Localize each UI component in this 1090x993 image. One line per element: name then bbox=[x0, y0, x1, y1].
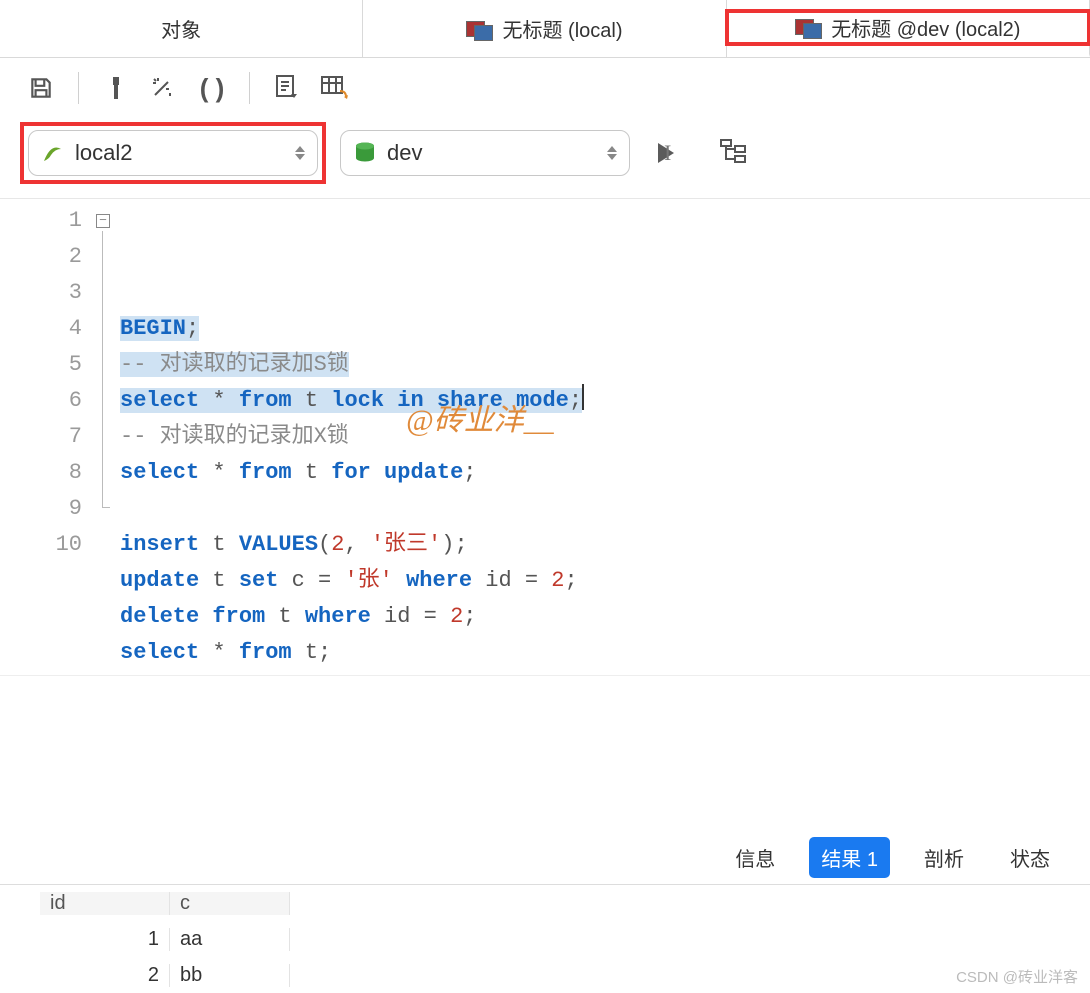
result-tab-result1[interactable]: 结果 1 bbox=[809, 837, 890, 878]
chevron-updown-icon bbox=[295, 146, 305, 160]
code-line[interactable]: -- 对读取的记录加S锁 bbox=[120, 347, 584, 383]
grid-header: id c bbox=[0, 885, 1090, 921]
corner-watermark: CSDN @砖业洋客 bbox=[956, 966, 1078, 987]
hammer-icon bbox=[104, 75, 128, 101]
line-number: 9 bbox=[0, 491, 82, 527]
text-doc-icon bbox=[273, 74, 301, 102]
cell-c[interactable]: aa bbox=[170, 928, 290, 951]
tab-objects[interactable]: 对象 bbox=[0, 0, 363, 57]
connection-highlight-box: local2 bbox=[20, 122, 326, 184]
fold-toggle[interactable]: − bbox=[96, 214, 110, 228]
table-row[interactable]: 2bb bbox=[0, 957, 1090, 993]
line-number: 10 bbox=[0, 527, 82, 563]
explain-icon bbox=[719, 138, 749, 164]
table-row[interactable]: 1aa bbox=[0, 921, 1090, 957]
sql-editor[interactable]: 12345678910 − @砖业洋__ BEGIN;-- 对读取的记录加S锁s… bbox=[0, 198, 1090, 675]
line-number: 6 bbox=[0, 383, 82, 419]
line-number: 8 bbox=[0, 455, 82, 491]
database-value: dev bbox=[387, 140, 422, 166]
code-line[interactable]: select * from t; bbox=[120, 635, 584, 671]
code-line[interactable]: delete from t where id = 2; bbox=[120, 599, 584, 635]
export-result-button[interactable] bbox=[314, 67, 356, 109]
grid-col-c[interactable]: c bbox=[170, 892, 290, 915]
result-grid[interactable]: id c 1aa2bb CSDN @砖业洋客 bbox=[0, 884, 1090, 993]
explain-button[interactable] bbox=[719, 138, 749, 169]
code-line[interactable]: select * from t lock in share mode; bbox=[120, 383, 584, 419]
code-line[interactable] bbox=[120, 491, 584, 527]
tab-label: 无标题 @dev (local2) bbox=[831, 13, 1020, 42]
code-area[interactable]: @砖业洋__ BEGIN;-- 对读取的记录加S锁select * from t… bbox=[116, 199, 584, 675]
query-icon bbox=[466, 19, 494, 39]
grid-col-id[interactable]: id bbox=[40, 892, 170, 915]
connection-value: local2 bbox=[75, 140, 132, 166]
code-line[interactable]: select * from t for update; bbox=[120, 455, 584, 491]
code-line[interactable]: -- 对读取的记录加X锁 bbox=[120, 419, 584, 455]
beautify-button[interactable] bbox=[143, 67, 185, 109]
query-icon bbox=[795, 17, 823, 37]
connection-selector[interactable]: local2 bbox=[28, 130, 318, 176]
result-tab-profile[interactable]: 剖析 bbox=[912, 837, 976, 878]
cursor-icon: I bbox=[664, 140, 671, 166]
editor-tabs: 对象 无标题 (local) 无标题 @dev (local2) bbox=[0, 0, 1090, 58]
cell-id[interactable]: 2 bbox=[40, 964, 170, 987]
save-icon bbox=[28, 75, 54, 101]
grid-export-icon bbox=[320, 75, 350, 101]
database-selector[interactable]: dev bbox=[340, 130, 630, 176]
wand-icon bbox=[150, 75, 178, 101]
result-tab-status[interactable]: 状态 bbox=[998, 837, 1062, 878]
line-number: 5 bbox=[0, 347, 82, 383]
code-line[interactable]: insert t VALUES(2, '张三'); bbox=[120, 527, 584, 563]
brackets-icon: ( ) bbox=[200, 73, 225, 104]
build-button[interactable] bbox=[95, 67, 137, 109]
result-tab-info[interactable]: 信息 bbox=[723, 837, 787, 878]
separator bbox=[78, 72, 79, 104]
editor-whitespace[interactable] bbox=[0, 675, 1090, 831]
tab-label: 无标题 (local) bbox=[502, 14, 622, 43]
run-current-button[interactable]: I bbox=[658, 140, 671, 166]
cell-id[interactable]: 1 bbox=[40, 928, 170, 951]
tab-untitled-dev-local2[interactable]: 无标题 @dev (local2) bbox=[727, 0, 1090, 57]
line-number: 7 bbox=[0, 419, 82, 455]
line-gutter: 12345678910 bbox=[0, 199, 96, 675]
connection-row: local2 dev I bbox=[0, 118, 1090, 198]
tab-label: 对象 bbox=[161, 14, 201, 43]
line-number: 1 bbox=[0, 203, 82, 239]
code-line[interactable]: update t set c = '张' where id = 2; bbox=[120, 563, 584, 599]
export-text-button[interactable] bbox=[266, 67, 308, 109]
result-tabs: 信息 结果 1 剖析 状态 bbox=[0, 831, 1090, 884]
save-button[interactable] bbox=[20, 67, 62, 109]
code-wrap-button[interactable]: ( ) bbox=[191, 67, 233, 109]
line-number: 2 bbox=[0, 239, 82, 275]
fold-column: − bbox=[96, 199, 116, 675]
line-number: 4 bbox=[0, 311, 82, 347]
chevron-updown-icon bbox=[607, 146, 617, 160]
cell-c[interactable]: bb bbox=[170, 964, 290, 987]
code-line[interactable]: BEGIN; bbox=[120, 311, 584, 347]
toolbar: ( ) bbox=[0, 58, 1090, 118]
separator bbox=[249, 72, 250, 104]
tab-untitled-local[interactable]: 无标题 (local) bbox=[363, 0, 726, 57]
line-number: 3 bbox=[0, 275, 82, 311]
connection-icon bbox=[41, 141, 65, 165]
database-icon bbox=[353, 141, 377, 165]
